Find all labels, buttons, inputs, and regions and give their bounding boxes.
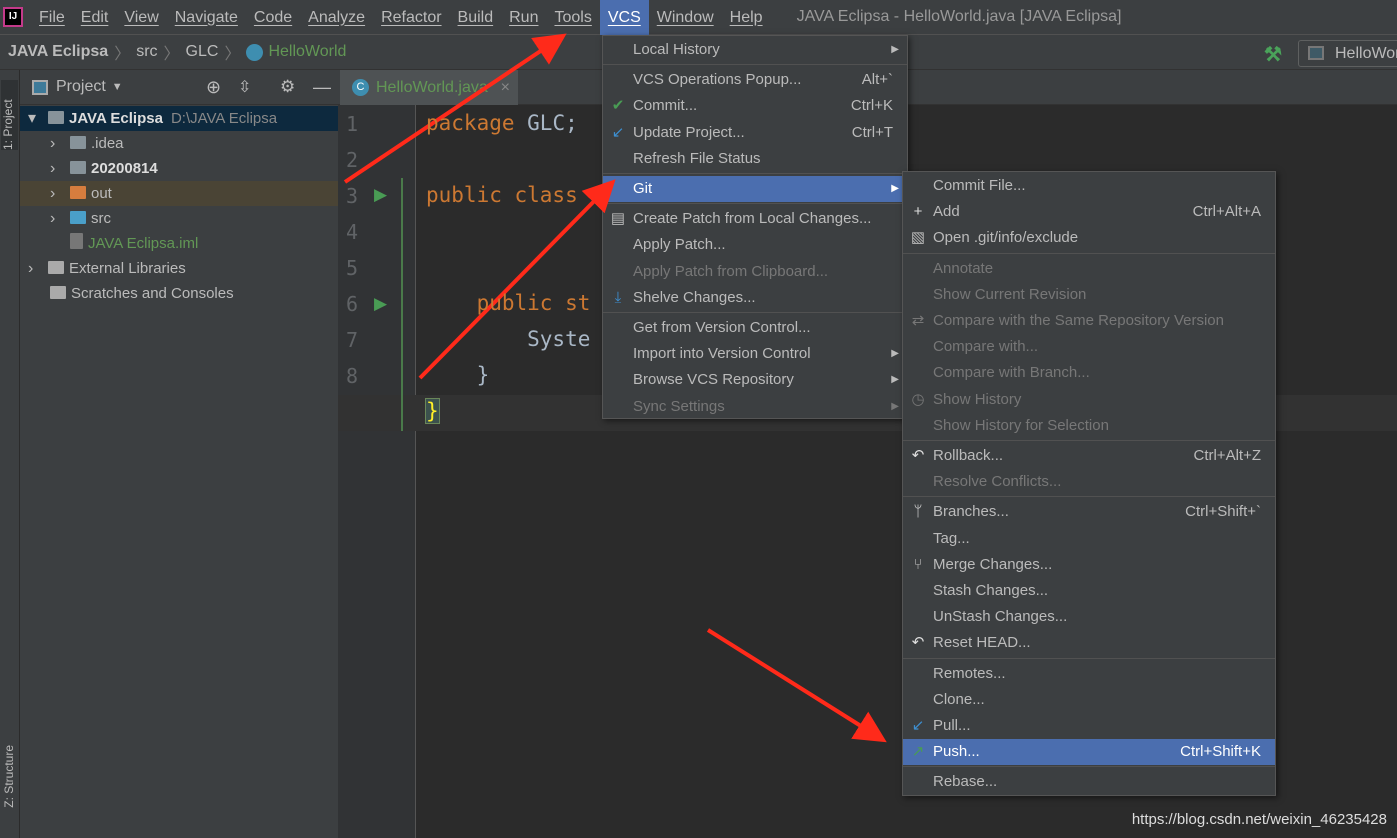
arrow-to-push bbox=[706, 628, 887, 743]
keyword: public st bbox=[426, 291, 591, 315]
code-text: } bbox=[425, 398, 440, 424]
code-line: Syste bbox=[426, 327, 591, 351]
code-line: } bbox=[425, 398, 440, 424]
keyword: public class bbox=[426, 183, 578, 207]
code-line: package GLC; bbox=[426, 111, 578, 135]
code-text: GLC; bbox=[514, 111, 578, 135]
arrow-to-tools bbox=[343, 33, 567, 184]
code-line: public class bbox=[426, 183, 578, 207]
code-line: } bbox=[426, 363, 490, 387]
watermark: https://blog.csdn.net/weixin_46235428 bbox=[1131, 811, 1387, 828]
annotation-arrows bbox=[343, 33, 887, 743]
code-line: public st bbox=[426, 291, 591, 315]
keyword: package bbox=[426, 111, 515, 135]
